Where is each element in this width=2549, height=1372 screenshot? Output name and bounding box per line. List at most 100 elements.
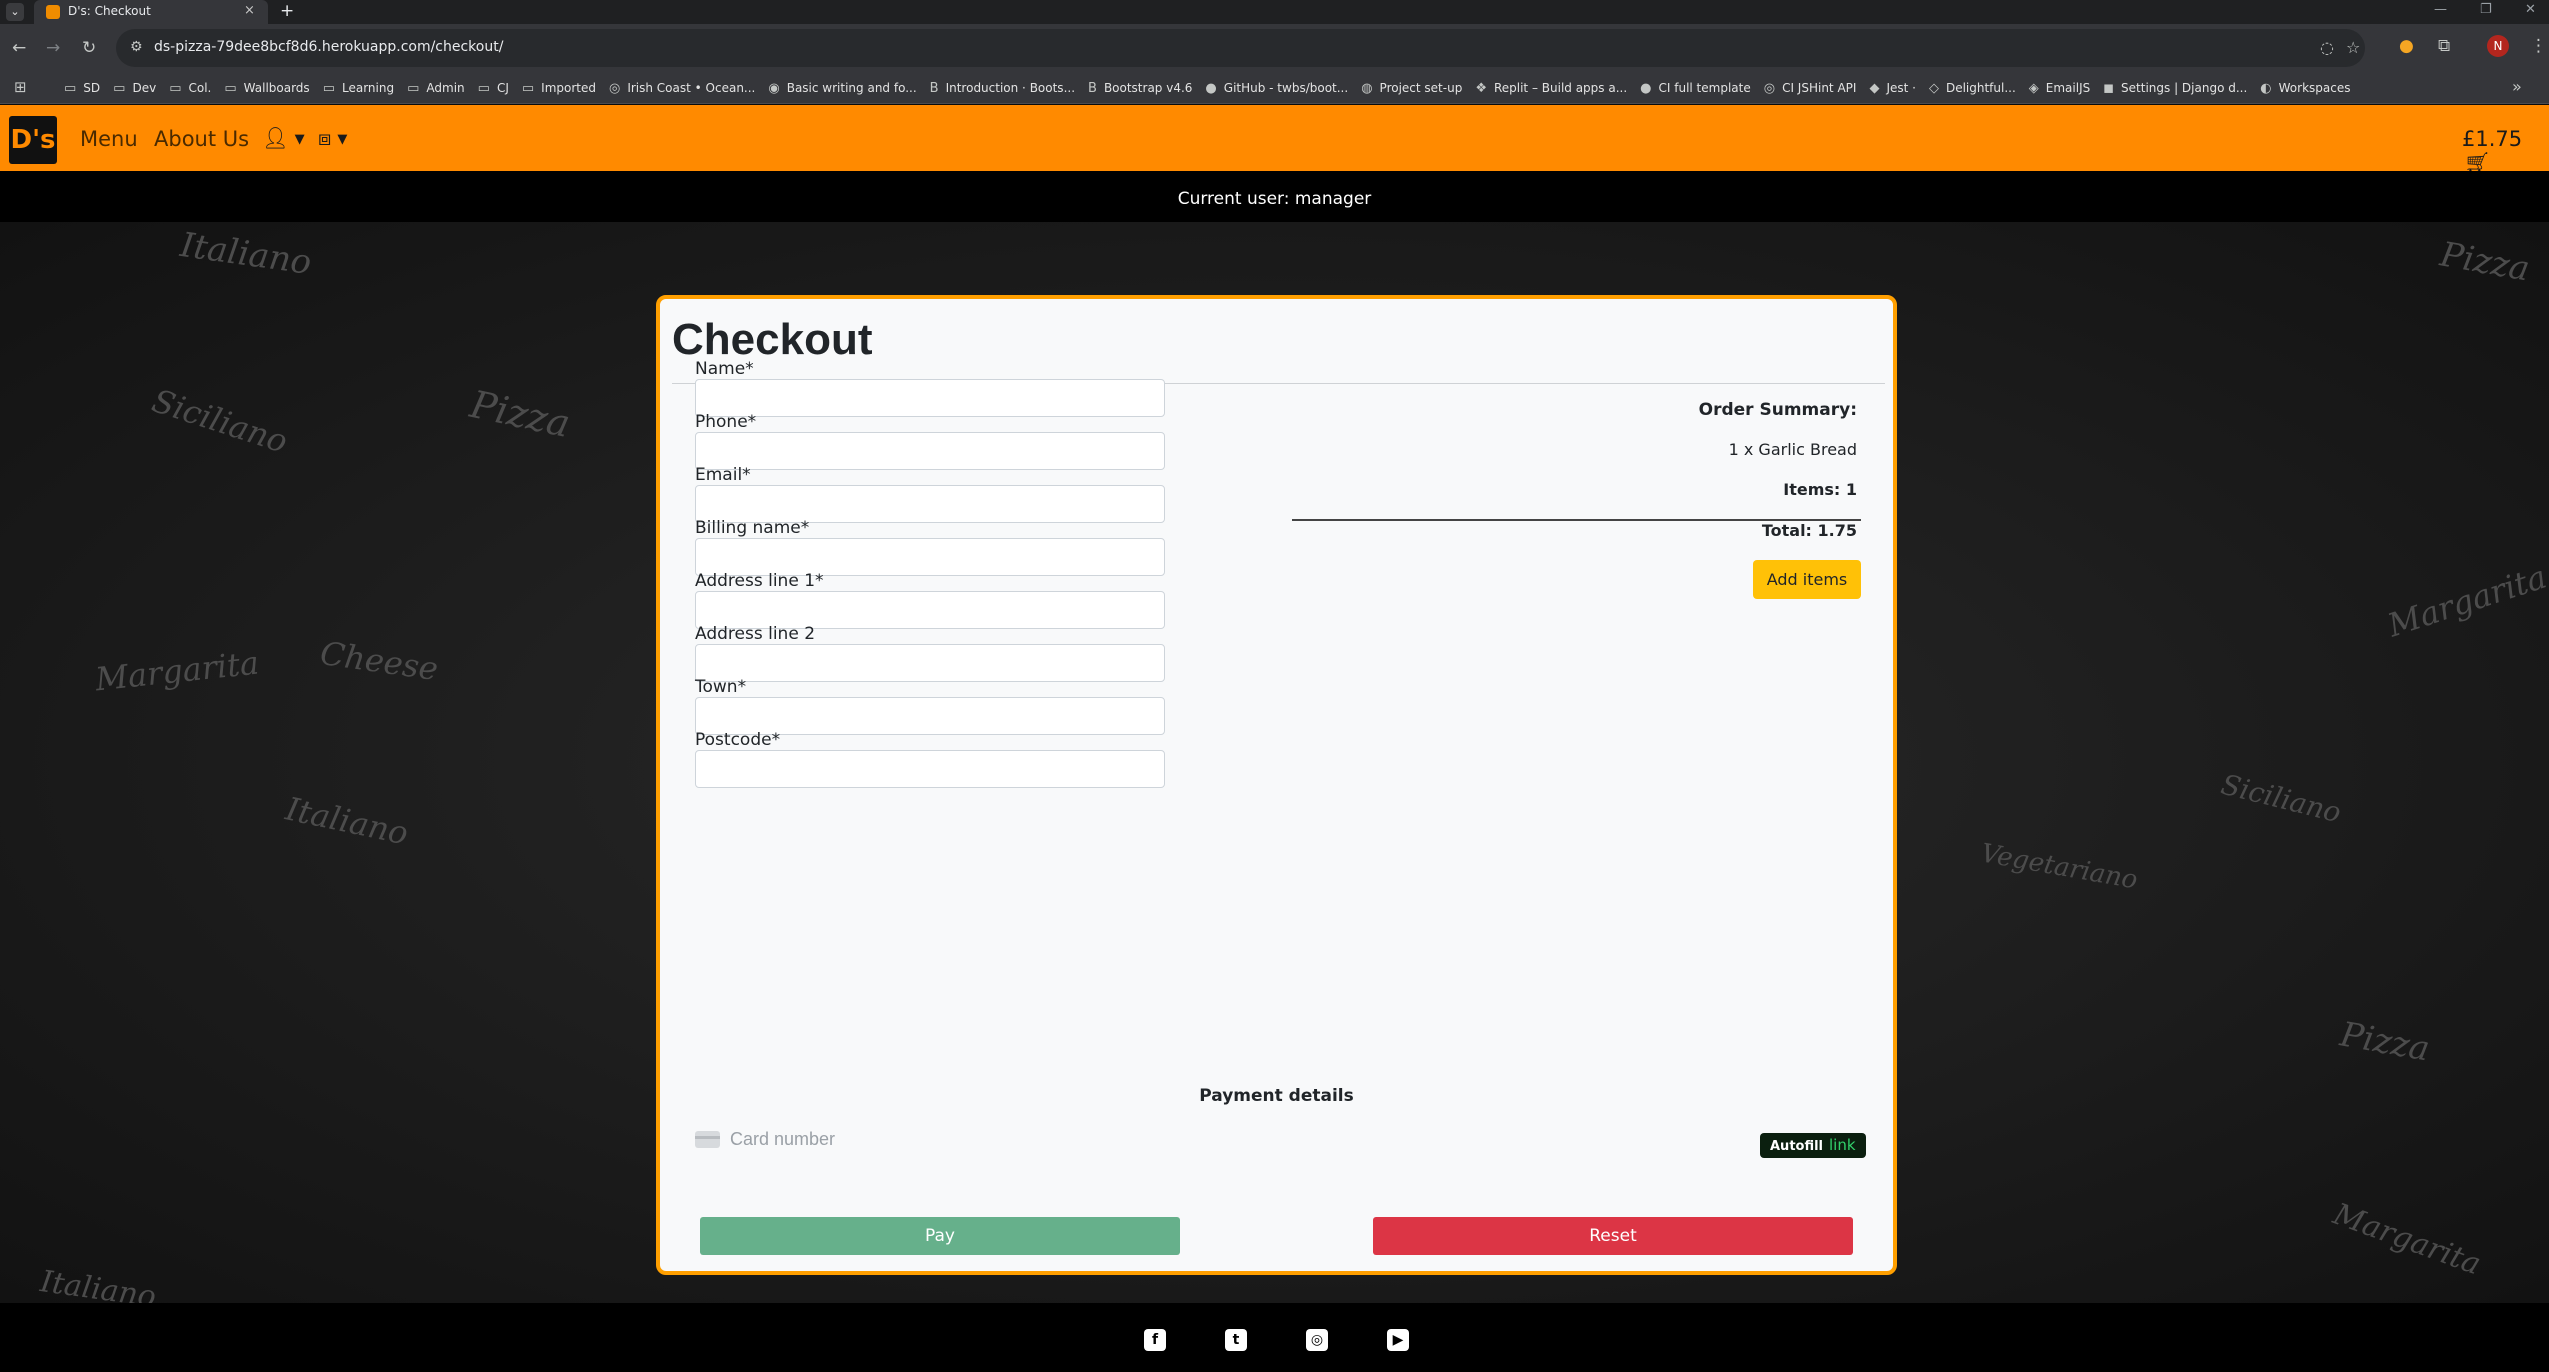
bookmark-item[interactable]: ◼ Settings | Django d... (2099, 76, 2256, 100)
profile-avatar[interactable]: N (2487, 35, 2509, 57)
bookmark-item[interactable]: ▭ Learning (319, 76, 403, 100)
bookmark-label: Delightful... (1945, 81, 2016, 95)
admin-dropdown[interactable]: ⧈ ▼ (318, 126, 347, 151)
bookmark-item[interactable]: ◍ Project set-up (1357, 76, 1471, 100)
doodle-decoration: Pizza (466, 382, 574, 446)
site-icon: ◆ (1869, 80, 1880, 96)
nav-link-menu[interactable]: Menu (80, 127, 138, 151)
bootstrap-icon: B (929, 80, 939, 96)
payment-details-heading: Payment details (1199, 1086, 1354, 1106)
bookmark-item[interactable]: ▭ Col. (165, 76, 220, 100)
close-window-icon[interactable]: ✕ (2525, 2, 2536, 17)
bookmark-item[interactable]: ▭ Wallboards (220, 76, 318, 100)
apps-grid-icon[interactable]: ⊞ (14, 78, 27, 96)
bookmark-item[interactable]: ▭ Dev (109, 76, 165, 100)
bookmark-item[interactable]: ◈ EmailJS (2025, 76, 2099, 100)
instagram-icon[interactable]: ◎ (1306, 1329, 1328, 1351)
doodle-decoration: Cheese (317, 633, 441, 689)
bookmark-item[interactable]: ◆ Jest · (1865, 76, 1925, 100)
bookmark-label: Imported (541, 81, 596, 95)
bookmark-item[interactable]: ◎ CI JSHint API (1760, 76, 1866, 100)
browser-tab-active[interactable]: D's: Checkout × (34, 0, 268, 24)
bookmark-item[interactable]: ▭ CJ (474, 76, 518, 100)
tab-search-chevron-icon[interactable]: ⌄ (6, 3, 24, 21)
youtube-icon[interactable]: ▶ (1387, 1329, 1409, 1351)
twitter-icon[interactable]: t (1225, 1329, 1247, 1351)
bookmarks-list: ▭ SD ▭ Dev ▭ Col. ▭ Wallboards ▭ Learning ▭ Admin ▭ C… (60, 72, 2359, 104)
basket-link[interactable]: £1.75🛒︎ (2462, 127, 2549, 176)
more-menu-icon[interactable]: ⋮ (2530, 36, 2547, 56)
doodle-decoration: Pizza (2337, 1014, 2433, 1070)
reload-icon[interactable]: ↻ (82, 38, 96, 58)
back-arrow-icon[interactable]: ← (12, 38, 26, 58)
bookmark-item[interactable]: ▭ Imported (518, 76, 605, 100)
browser-tabstrip: ⌄ D's: Checkout × + — ❐ ✕ (0, 0, 2549, 24)
billing-name-label: Billing name* (695, 518, 810, 538)
bookmark-item[interactable]: ◎ Irish Coast • Ocean... (605, 76, 764, 100)
bookmark-item[interactable]: ◇ Delightful... (1925, 76, 2025, 100)
account-dropdown[interactable]: 👤︎ ▼ (262, 126, 305, 151)
folder-icon: ▭ (113, 80, 126, 96)
bookmark-label: EmailJS (2045, 81, 2091, 95)
restore-icon[interactable]: ❐ (2480, 2, 2492, 17)
user-icon: 👤︎ (262, 126, 289, 150)
checkout-card: Checkout Name* Phone* Email* Billing name* A… (656, 295, 1897, 1275)
bookmark-star-icon[interactable]: ☆ (2346, 38, 2360, 57)
extensions-puzzle-icon[interactable]: ⧉ (2438, 36, 2450, 56)
bootstrap-icon: B (1088, 80, 1097, 96)
doodle-decoration: Italiano (38, 1264, 159, 1303)
doodle-decoration: Siciliano (2217, 767, 2345, 830)
bookmark-item[interactable]: B Introduction · Boots... (926, 76, 1084, 100)
bookmark-item[interactable]: ● CI full template (1636, 76, 1760, 100)
site-icon: ◎ (1763, 80, 1776, 96)
url-text[interactable]: ds-pizza-79dee8bcf8d6.herokuapp.com/chec… (154, 39, 503, 55)
phone-input[interactable] (695, 432, 1165, 470)
bookmark-label: Introduction · Boots... (945, 81, 1076, 95)
bookmark-item[interactable]: B Bootstrap v4.6 (1084, 76, 1201, 100)
bookmark-label: Admin (426, 81, 465, 95)
bookmark-label: Wallboards (243, 81, 310, 95)
page-title: Checkout (672, 315, 873, 364)
pay-button[interactable]: Pay (700, 1217, 1180, 1255)
site-footer: f t ◎ ▶ (0, 1303, 2549, 1372)
address-bar[interactable]: ⚙ ds-pizza-79dee8bcf8d6.herokuapp.com/ch… (116, 29, 2365, 67)
bookmark-item[interactable]: ◐ Workspaces (2256, 76, 2359, 100)
site-logo[interactable]: D's (9, 116, 57, 164)
items-count: Items: 1 (1783, 480, 1857, 499)
email-label: Email* (695, 465, 751, 485)
facebook-icon[interactable]: f (1144, 1329, 1166, 1351)
nav-link-about[interactable]: About Us (154, 127, 249, 151)
extension-icon[interactable]: ● (2399, 36, 2414, 56)
eye-off-icon[interactable]: ◌ (2320, 38, 2334, 57)
card-number-field[interactable]: Card number (695, 1126, 835, 1152)
site-info-icon[interactable]: ⚙ (130, 39, 143, 55)
reset-button[interactable]: Reset (1373, 1217, 1853, 1255)
autofill-link-button[interactable]: Autofill link (1760, 1133, 1866, 1158)
bookmark-item[interactable]: ● GitHub - twbs/boot... (1201, 76, 1357, 100)
doodle-decoration: Margarita (2383, 557, 2549, 645)
add-items-button[interactable]: Add items (1753, 560, 1861, 599)
bookmarks-bar: ⊞ ▭ SD ▭ Dev ▭ Col. ▭ Wallboards ▭ Learning ▭ Admin… (0, 72, 2549, 104)
postcode-input[interactable] (695, 750, 1165, 788)
tab-close-icon[interactable]: × (244, 3, 255, 18)
bookmark-item[interactable]: ▭ Admin (403, 76, 474, 100)
minimize-icon[interactable]: — (2434, 2, 2447, 17)
forward-arrow-icon[interactable]: → (46, 38, 60, 58)
bookmark-item[interactable]: ◉ Basic writing and fo... (764, 76, 925, 100)
bookmark-item[interactable]: ▭ SD (60, 76, 109, 100)
name-input[interactable] (695, 379, 1165, 417)
bookmark-label: Dev (132, 81, 157, 95)
tab-title: D's: Checkout (68, 4, 151, 18)
tab-favicon-icon (46, 5, 60, 19)
new-tab-icon[interactable]: + (280, 1, 294, 21)
bookmarks-overflow-icon[interactable]: » (2512, 77, 2522, 96)
folder-icon: ▭ (64, 80, 77, 96)
site-icon: ◼ (2103, 80, 2115, 96)
caret-down-icon: ▼ (337, 131, 348, 147)
folder-icon: ▭ (224, 80, 237, 96)
toolbox-icon: ⧈ (318, 126, 332, 150)
bookmark-item[interactable]: ❖ Replit – Build apps a... (1471, 76, 1636, 100)
order-summary-heading: Order Summary: (1698, 400, 1857, 420)
site-icon: ◇ (1928, 80, 1939, 96)
address-line-2-input[interactable] (695, 644, 1165, 682)
